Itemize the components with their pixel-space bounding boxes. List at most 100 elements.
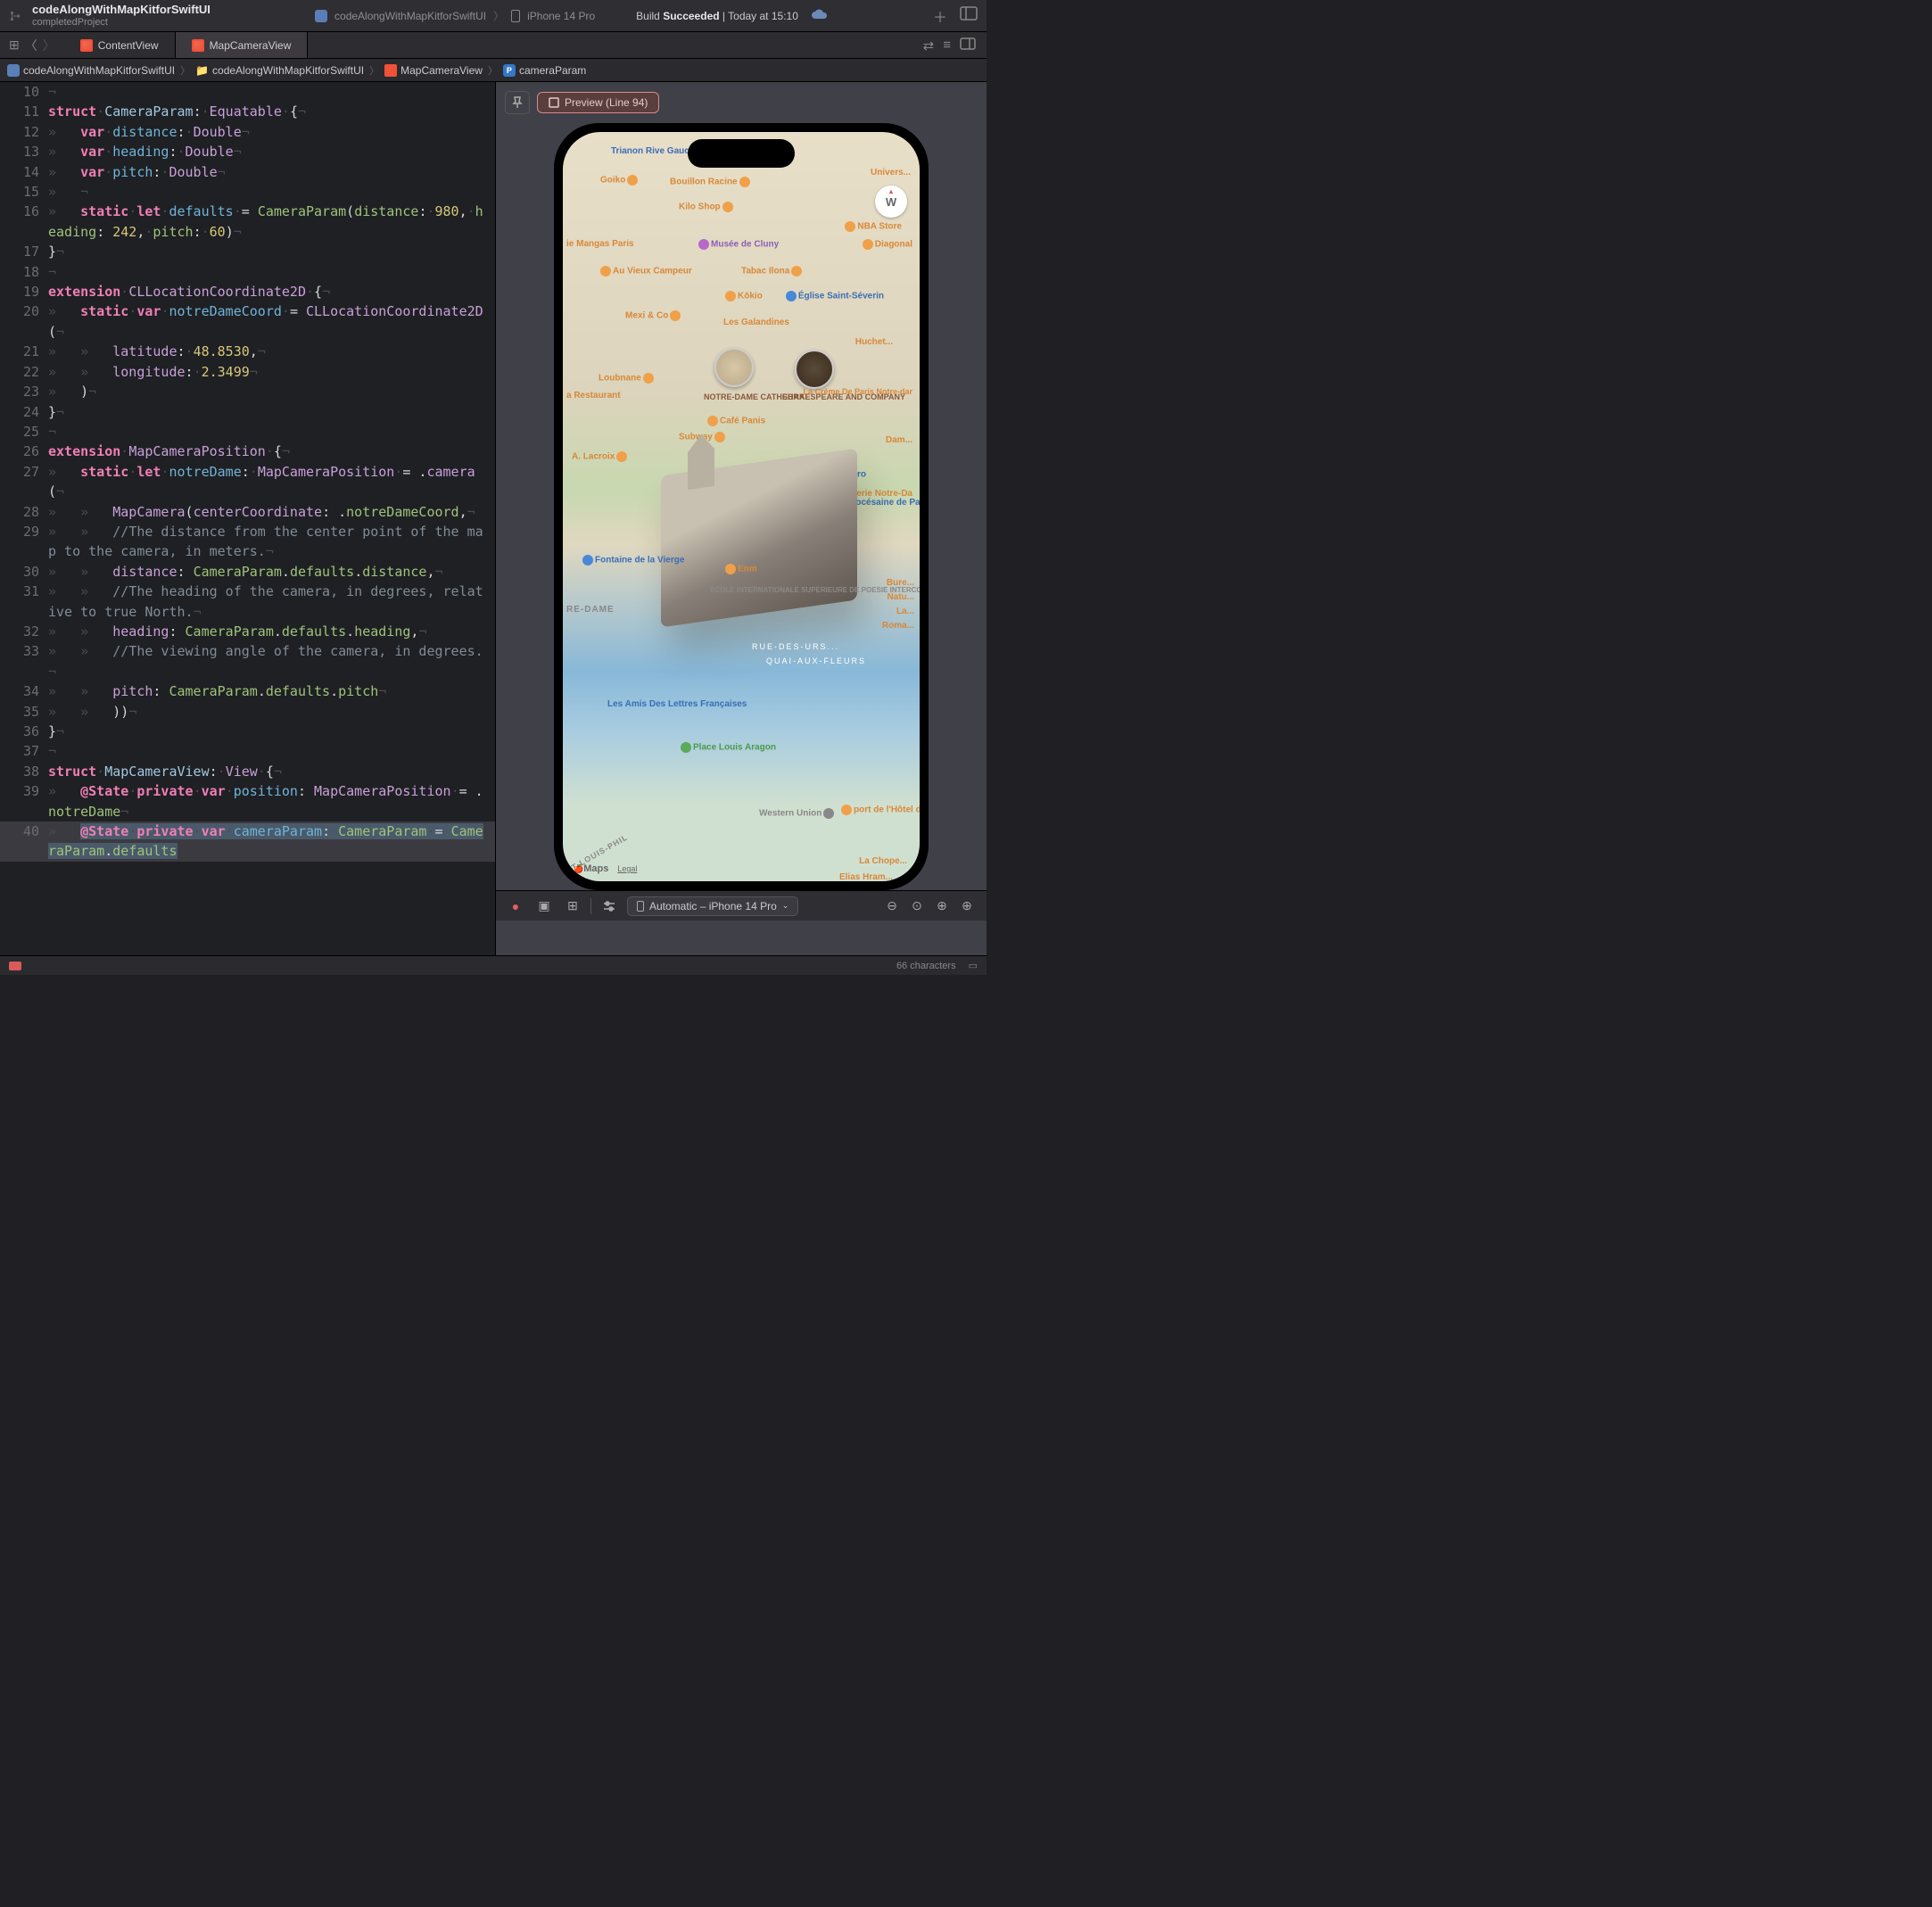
swift-file-icon <box>384 64 397 77</box>
titlebar-right-tools: ＋ <box>933 5 978 27</box>
map-poi[interactable]: Fontaine de la Vierge <box>581 555 643 565</box>
live-preview-button[interactable]: ● <box>505 896 526 917</box>
map-poi[interactable]: Tabac Ilona <box>741 266 804 277</box>
map-poi-shakespeare-icon[interactable] <box>795 350 834 389</box>
tab-label: ContentView <box>98 39 159 52</box>
map-poi[interactable]: Trianon Rive Gauche <box>611 146 699 156</box>
map-poi[interactable]: La Crème De Paris Notre-dar <box>803 387 912 396</box>
tab-mapcameraview[interactable]: MapCameraView <box>176 32 309 58</box>
variants-button[interactable]: ⊞ <box>562 896 583 917</box>
maps-legal-link[interactable]: Legal <box>617 864 637 873</box>
zoom-actual-button[interactable]: ⊙ <box>906 896 928 917</box>
line-number: 21 <box>0 342 48 361</box>
map-poi[interactable]: Goiko <box>600 175 640 186</box>
map-poi[interactable]: Enm <box>723 564 757 574</box>
line-number: 28 <box>0 502 48 522</box>
line-number: 11 <box>0 102 48 121</box>
source-editor[interactable]: 10¬ 11struct·CameraParam:·Equatable·{¬ 1… <box>0 82 495 955</box>
tab-contentview[interactable]: ContentView <box>64 32 176 58</box>
line-number: 38 <box>0 762 48 781</box>
build-status[interactable]: Build Succeeded | Today at 15:10 <box>636 10 798 22</box>
jumpbar-folder[interactable]: 📁 codeAlongWithMapKitforSwiftUI <box>195 64 364 77</box>
map-poi[interactable]: Huchet... <box>855 337 893 347</box>
map-poi[interactable]: Diagonal <box>861 239 912 250</box>
map-poi[interactable]: a Restaurant <box>566 391 621 400</box>
map-poi[interactable]: La Chope... <box>859 856 907 866</box>
pin-preview-button[interactable] <box>505 91 530 114</box>
map-poi[interactable]: Roma... <box>882 621 914 631</box>
line-number: 12 <box>0 122 48 142</box>
canvas-toggle-icon[interactable] <box>960 37 976 54</box>
map-poi[interactable]: Les Galandines <box>723 318 789 327</box>
titlebar: codeAlongWithMapKitforSwiftUI completedP… <box>0 0 987 32</box>
map-poi[interactable]: Bouillon Racine <box>670 177 752 187</box>
map-poi[interactable]: Western Union <box>759 808 836 819</box>
map-poi[interactable]: ie Mangas Paris <box>566 239 634 249</box>
map-poi[interactable]: Loubnane <box>599 373 656 384</box>
source-control-icon[interactable] <box>9 10 21 22</box>
library-icon[interactable] <box>960 6 978 25</box>
map-poi[interactable]: Kilo Shop <box>679 202 735 212</box>
line-number: 31 <box>0 582 48 601</box>
map-poi-notredame-icon[interactable] <box>714 348 754 387</box>
map-poi[interactable]: NBA Store <box>843 221 902 232</box>
device-name[interactable]: iPhone 14 Pro <box>527 10 595 22</box>
nav-back-icon[interactable]: 〈 <box>25 37 37 54</box>
device-selector[interactable]: Automatic – iPhone 14 Pro ⌄ <box>627 896 798 916</box>
line-number: 25 <box>0 422 48 442</box>
line-number: 32 <box>0 622 48 641</box>
editor-options-icon[interactable]: ≡ <box>943 37 951 53</box>
scheme-name[interactable]: codeAlongWithMapKitforSwiftUI <box>334 10 486 22</box>
line-number: 17 <box>0 242 48 261</box>
related-items-icon[interactable]: ⊞ <box>9 37 20 53</box>
selectable-preview-button[interactable]: ▣ <box>533 896 555 917</box>
jumpbar-symbol[interactable]: P cameraParam <box>503 64 586 77</box>
chevron-right-icon: 〉 <box>493 8 504 23</box>
error-indicator[interactable] <box>9 962 21 970</box>
maps-attribution: 🍎Maps Legal <box>574 863 637 874</box>
map-poi[interactable]: Église Saint-Séverin <box>784 291 884 301</box>
map-poi[interactable]: Musée de Cluny <box>697 239 779 250</box>
map-compass[interactable]: ▴W <box>875 186 907 218</box>
zoom-out-button[interactable]: ⊖ <box>881 896 903 917</box>
map-poi[interactable]: ECOLE INTERNATIONALE SUPERIEURE DE POESI… <box>710 587 835 595</box>
map-poi[interactable]: Au Vieux Campeur <box>599 266 692 277</box>
line-number: 16 <box>0 202 48 221</box>
map-poi[interactable]: Bure... <box>887 578 914 588</box>
tab-label: MapCameraView <box>210 39 292 52</box>
cloud-icon[interactable] <box>811 8 829 23</box>
device-icon[interactable] <box>511 10 520 22</box>
map-poi[interactable]: Place Louis Aragon <box>679 742 741 753</box>
add-tab-icon[interactable]: ＋ <box>933 5 947 27</box>
map-poi[interactable]: Café Panis <box>706 416 765 426</box>
map-poi[interactable]: A. Lacroix <box>572 451 629 462</box>
map-poi[interactable]: La... <box>896 607 914 616</box>
scheme-app-icon[interactable] <box>315 10 327 22</box>
map-poi[interactable]: Les Amis Des Lettres Françaises <box>607 699 679 709</box>
map-poi[interactable]: Kōkio <box>723 291 763 301</box>
preview-error-pill[interactable]: Preview (Line 94) <box>537 92 659 113</box>
map-poi[interactable]: Univers... <box>871 168 911 177</box>
map-poi[interactable]: port de l'Hôtel de-Ville <box>839 805 911 815</box>
adjust-editor-icon[interactable]: ⇄ <box>923 37 935 54</box>
map-poi-label: NOTRE-DAME CATHEDRAL <box>704 392 775 401</box>
line-number: 18 <box>0 262 48 282</box>
jumpbar-project[interactable]: codeAlongWithMapKitforSwiftUI <box>7 64 175 77</box>
swift-file-icon <box>80 39 93 52</box>
selection-character-count: 66 characters <box>896 961 956 971</box>
phone-screen[interactable]: ▴W Trianon Rive Gauche Goiko Bouillon Ra… <box>563 132 920 881</box>
jumpbar-file[interactable]: MapCameraView <box>384 64 483 77</box>
nav-forward-icon[interactable]: 〉 <box>43 37 55 54</box>
device-settings-button[interactable] <box>599 896 620 917</box>
zoom-fit-button[interactable]: ⊕ <box>931 896 953 917</box>
map-poi[interactable]: Natu... <box>887 592 914 602</box>
zoom-in-button[interactable]: ⊕ <box>956 896 978 917</box>
chevron-right-icon: 〉 <box>180 63 190 78</box>
map-poi[interactable]: Dam... <box>886 435 912 445</box>
project-icon <box>7 64 20 77</box>
jump-bar[interactable]: codeAlongWithMapKitforSwiftUI 〉 📁 codeAl… <box>0 59 987 82</box>
status-bar-icon[interactable]: ▭ <box>969 960 978 971</box>
map-poi[interactable]: Elias Hram... <box>839 872 893 881</box>
preview-toolbar: ● ▣ ⊞ Automatic – iPhone 14 Pro ⌄ ⊖ ⊙ ⊕ … <box>496 890 987 920</box>
map-poi[interactable]: Mexi & Co <box>625 310 682 321</box>
